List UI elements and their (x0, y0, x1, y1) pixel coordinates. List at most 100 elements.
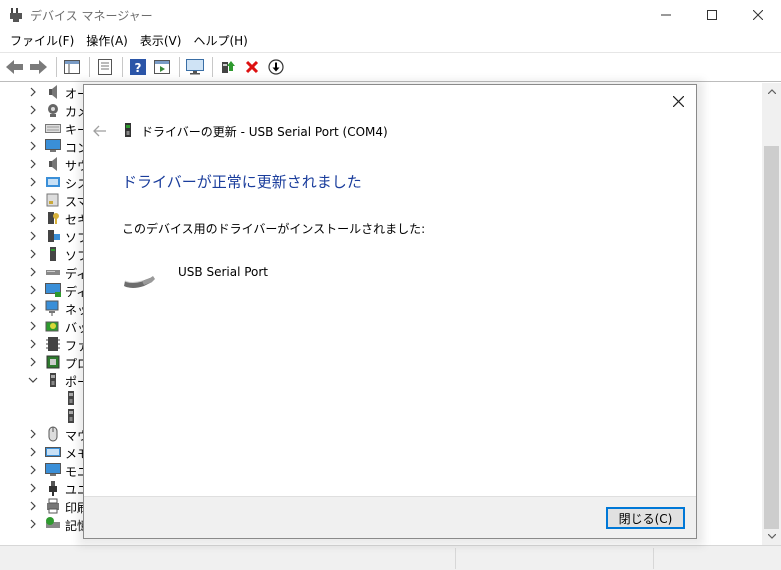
minimize-icon (661, 14, 671, 16)
chevron-right-icon[interactable] (28, 122, 38, 134)
back-arrow-icon[interactable] (92, 123, 108, 139)
help-icon: ? (130, 59, 146, 75)
chevron-up-icon (767, 89, 776, 94)
processor-icon (46, 355, 60, 369)
chevron-right-icon[interactable] (28, 500, 38, 512)
serial-cable-icon (124, 276, 155, 288)
svg-text:?: ? (135, 61, 142, 75)
chevron-right-icon[interactable] (28, 194, 38, 206)
title-bar: デバイス マネージャー (0, 0, 781, 30)
close-icon (672, 95, 684, 107)
sound-icon (49, 157, 57, 171)
dialog-close-button[interactable] (668, 91, 688, 111)
chevron-right-icon[interactable] (28, 284, 38, 296)
help-button[interactable]: ? (127, 56, 149, 78)
chevron-right-icon[interactable] (28, 446, 38, 458)
red-x-icon (245, 60, 259, 74)
menu-file[interactable]: ファイル(F) (4, 30, 80, 52)
close-icon (753, 10, 763, 20)
dialog-description: このデバイス用のドライバーがインストールされました: (122, 222, 426, 236)
toolbar-separator (122, 57, 123, 77)
chevron-right-icon[interactable] (28, 338, 38, 350)
close-button[interactable]: 閉じる(C) (606, 507, 685, 529)
window-close-button[interactable] (735, 0, 781, 30)
dialog-footer: 閉じる(C) (84, 496, 696, 538)
toolbar-separator (89, 57, 90, 77)
chevron-right-icon[interactable] (28, 356, 38, 368)
usb-icon (49, 481, 57, 496)
system-icon (46, 177, 60, 187)
menu-view[interactable]: 表示(V) (134, 30, 188, 52)
forward-button[interactable] (28, 56, 50, 78)
toolbar-separator (212, 57, 213, 77)
security-icon (48, 212, 59, 224)
mouse-icon (48, 426, 58, 442)
display-adapter-icon (45, 283, 61, 297)
software-device-icon (50, 247, 56, 261)
menu-help[interactable]: ヘルプ(H) (187, 30, 253, 52)
scan-hardware-button[interactable] (184, 56, 206, 78)
chevron-right-icon[interactable] (28, 140, 38, 152)
scroll-thumb[interactable] (764, 146, 779, 529)
minimize-button[interactable] (643, 0, 689, 30)
print-queue-icon (47, 498, 59, 514)
device-manager-app-icon (10, 8, 22, 22)
chevron-right-icon[interactable] (28, 482, 38, 494)
dialog-title: ドライバーの更新 - USB Serial Port (COM4) (141, 125, 388, 139)
software-component-icon (48, 230, 60, 242)
scroll-up-button[interactable] (762, 83, 781, 100)
port-device-icon (125, 123, 131, 137)
memory-icon (45, 447, 61, 457)
maximize-button[interactable] (689, 0, 735, 30)
smartcard-icon (46, 193, 59, 207)
dialog-heading: ドライバーが正常に更新されました (122, 173, 362, 191)
menu-bar: ファイル(F) 操作(A) 表示(V) ヘルプ(H) (0, 30, 781, 52)
show-hide-console-tree-button[interactable] (61, 56, 83, 78)
toolbar-separator (56, 57, 57, 77)
device-name: USB Serial Port (178, 265, 269, 279)
uninstall-device-button[interactable] (241, 56, 263, 78)
action-pane-button[interactable] (151, 56, 173, 78)
port-child-icon (68, 391, 74, 405)
keyboard-icon (45, 124, 61, 133)
battery-icon (45, 321, 59, 332)
chevron-right-icon[interactable] (28, 302, 38, 314)
update-driver-dialog: ドライバーの更新 - USB Serial Port (COM4) ドライバーが… (83, 84, 697, 539)
chevron-right-icon[interactable] (28, 518, 38, 530)
properties-icon (98, 59, 112, 75)
computer-icon (45, 139, 61, 152)
properties-button[interactable] (94, 56, 116, 78)
scroll-down-button[interactable] (762, 528, 781, 545)
chevron-right-icon[interactable] (28, 176, 38, 188)
chevron-right-icon[interactable] (28, 464, 38, 476)
chevron-right-icon[interactable] (28, 104, 38, 116)
update-driver-button[interactable] (217, 56, 239, 78)
arrow-left-icon (6, 60, 23, 74)
status-separator (653, 548, 654, 569)
console-tree-icon (64, 60, 80, 74)
chevron-right-icon[interactable] (28, 158, 38, 170)
back-button[interactable] (4, 56, 26, 78)
update-driver-icon (222, 61, 235, 73)
toolbar-separator (179, 57, 180, 77)
monitor-scan-icon (186, 59, 204, 75)
chevron-down-icon[interactable] (28, 374, 38, 386)
toolbar: ? (0, 52, 781, 82)
chevron-right-icon[interactable] (28, 86, 38, 98)
vertical-scrollbar[interactable] (762, 83, 781, 545)
audio-icon (49, 85, 57, 99)
port-child-icon (68, 409, 74, 423)
menu-action[interactable]: 操作(A) (80, 30, 134, 52)
chevron-right-icon[interactable] (28, 230, 38, 242)
disk-drive-icon (46, 270, 60, 275)
disable-device-button[interactable] (265, 56, 287, 78)
chevron-right-icon[interactable] (28, 212, 38, 224)
chevron-right-icon[interactable] (28, 266, 38, 278)
download-circle-icon (268, 59, 284, 75)
chevron-down-icon (767, 534, 776, 539)
port-icon (50, 373, 56, 387)
chevron-right-icon[interactable] (28, 320, 38, 332)
firmware-icon (46, 337, 60, 351)
chevron-right-icon[interactable] (28, 248, 38, 260)
chevron-right-icon[interactable] (28, 428, 38, 440)
